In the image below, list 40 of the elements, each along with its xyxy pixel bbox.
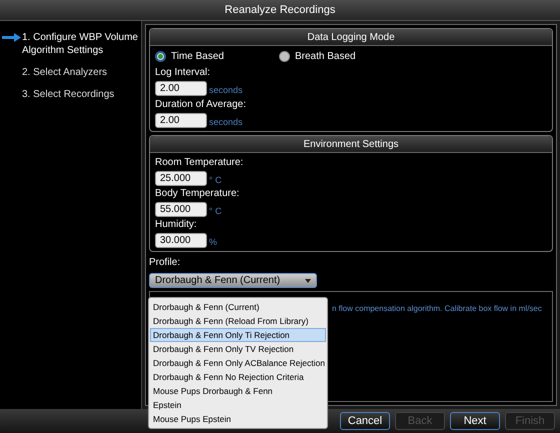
step-item[interactable]: 2. Select Analyzers [22, 66, 140, 79]
field-label: Duration of Average: [155, 98, 247, 112]
dropdown-option[interactable]: Drorbaugh & Fenn Only Ti Rejection [150, 328, 326, 342]
field-label: Log Interval: [155, 66, 212, 80]
input-field[interactable]: 30.000 [155, 233, 207, 248]
input-field[interactable]: 2.00 [155, 113, 207, 128]
dropdown-option[interactable]: Drorbaugh & Fenn Only ACBalance Rejection [150, 356, 326, 370]
wizard-button[interactable]: Cancel [340, 412, 390, 430]
field-label: Body Temperature: [155, 187, 240, 201]
dropdown-option[interactable]: Epstein [150, 398, 326, 412]
unit-label: ° C [209, 205, 222, 217]
unit-label: seconds [209, 116, 243, 128]
dropdown-option[interactable]: Mouse Pups Drorbaugh & Fenn [150, 384, 326, 398]
unit-label: % [209, 236, 218, 248]
radio-option[interactable]: Time Based [155, 49, 224, 64]
panel-header: Data Logging Mode [150, 29, 552, 46]
unit-label: ° C [209, 174, 222, 186]
field-label: Humidity: [155, 218, 198, 232]
profile-label: Profile: [149, 256, 182, 270]
dropdown-option[interactable]: Drorbaugh & Fenn No Rejection Criteria [150, 370, 326, 384]
dropdown-option[interactable]: Drorbaugh & Fenn (Current) [150, 300, 326, 314]
description-text: n flow compensation algorithm. Calibrate box flow in ml/sec [332, 304, 542, 313]
field-label: Room Temperature: [155, 156, 244, 170]
dropdown-option[interactable]: Mouse Pups Epstein [150, 412, 326, 426]
dropdown-option[interactable]: Drorbaugh & Fenn Only TV Rejection [150, 342, 326, 356]
caret-icon [305, 278, 311, 282]
radio-button[interactable] [155, 51, 166, 62]
unit-label: seconds [209, 84, 243, 96]
dropdown-option[interactable]: Drorbaugh & Fenn (Reload From Library) [150, 314, 326, 328]
profile-dropdown[interactable]: Drorbaugh & Fenn (Current) [149, 273, 317, 288]
input-field[interactable]: 55.000 [155, 202, 207, 217]
input-field[interactable]: 2.00 [155, 81, 207, 96]
window-title: Reanalyze Recordings [0, 0, 560, 21]
panel-header: Environment Settings [150, 136, 552, 153]
radio-button[interactable] [278, 51, 290, 62]
radio-option[interactable]: Breath Based [278, 49, 356, 64]
wizard-button[interactable]: Next [450, 412, 500, 430]
input-field[interactable]: 25.000 [155, 171, 207, 186]
step-item[interactable]: 1. Configure WBP Volume Algorithm Settings [22, 31, 140, 57]
step-item[interactable]: 3. Select Recordings [22, 88, 140, 101]
